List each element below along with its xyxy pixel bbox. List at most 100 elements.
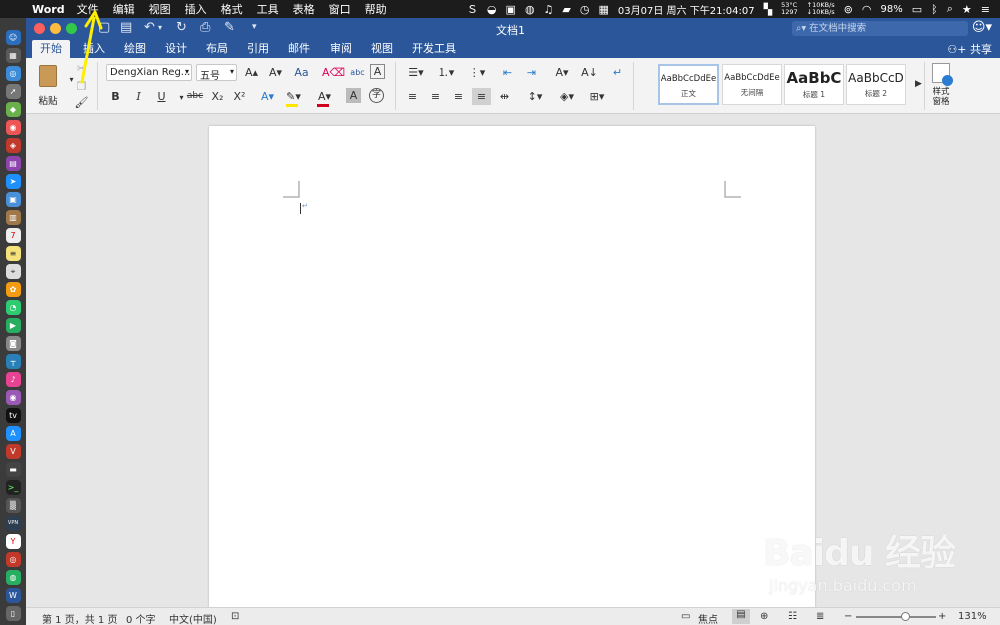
show-marks-icon[interactable]: ↵ (608, 64, 627, 81)
keynote-icon[interactable]: ┬ (5, 354, 21, 369)
zoom-out-icon[interactable]: − (844, 611, 852, 622)
menu-table[interactable]: 表格 (293, 1, 315, 17)
character-border-icon[interactable]: A (370, 64, 385, 79)
style-heading-1[interactable]: AaBbC 标题 1 (784, 64, 844, 105)
tab-mailings[interactable]: 邮件 (280, 40, 318, 58)
italic-icon[interactable]: I (129, 88, 148, 105)
decrease-indent-icon[interactable]: ⇤ (498, 64, 517, 81)
music-icon[interactable]: ♫ (544, 3, 554, 16)
chat-icon[interactable]: ▰ (562, 3, 570, 16)
calendar-icon[interactable]: ▦ (599, 3, 609, 16)
format-painter-icon[interactable]: 🖌 (72, 94, 91, 111)
calendar-app-icon[interactable]: 7 (5, 228, 21, 243)
document-page[interactable]: ↵ (209, 126, 815, 607)
align-right-icon[interactable]: ≡ (449, 88, 468, 105)
zoom-slider[interactable] (856, 612, 936, 621)
bullets-icon[interactable]: ☰▾ (403, 64, 429, 81)
character-shading-icon[interactable]: A (346, 88, 361, 103)
search-field[interactable]: ⌕▾ 在文档中搜索 (792, 21, 968, 36)
enclose-characters-icon[interactable]: 字 (369, 88, 384, 103)
menu-app-name[interactable]: Word (32, 3, 65, 16)
menu-window[interactable]: 窗口 (329, 1, 351, 17)
menu-help[interactable]: 帮助 (365, 1, 387, 17)
grid-icon[interactable]: ▚ (764, 3, 772, 16)
tab-developer[interactable]: 开发工具 (404, 40, 464, 58)
highlight-icon[interactable]: ✎▾ (284, 88, 303, 105)
finder-icon[interactable]: ☺ (5, 30, 21, 45)
qq-icon[interactable]: ◒ (487, 3, 497, 16)
app-store-icon[interactable]: A (5, 426, 21, 441)
tab-home[interactable]: 开始 (32, 40, 70, 58)
language-indicator[interactable]: 中文(中国) (169, 611, 217, 625)
shading-icon[interactable]: ◈▾ (554, 88, 580, 105)
app-dark-icon[interactable]: ▬ (5, 462, 21, 477)
sort-icon[interactable]: A↓ (580, 64, 599, 81)
activity-icon[interactable]: ▒ (5, 498, 21, 513)
yandex-icon[interactable]: Y (5, 534, 21, 549)
apple-tv-icon[interactable]: tv (5, 408, 21, 423)
word-count[interactable]: 0 个字 (126, 611, 156, 625)
messages-icon[interactable]: ◔ (5, 300, 21, 315)
styles-more-icon[interactable]: ▶ (909, 76, 928, 93)
share-button[interactable]: ⚇+ 共享 (947, 41, 992, 57)
notebook-icon[interactable]: ▥ (5, 210, 21, 225)
terminal-icon[interactable]: >_ (5, 480, 21, 495)
style-heading-2[interactable]: AaBbCcD 标题 2 (846, 64, 906, 105)
focus-label[interactable]: 焦点 (698, 611, 718, 625)
trash-icon[interactable]: ▯ (5, 606, 21, 621)
facetime-icon[interactable]: ▶ (5, 318, 21, 333)
menu-format[interactable]: 格式 (221, 1, 243, 17)
borders-icon[interactable]: ⊞▾ (584, 88, 610, 105)
chrome-icon[interactable]: ◉ (5, 120, 21, 135)
focus-icon[interactable]: ▭ (681, 611, 690, 622)
spotlight-icon[interactable]: ⌕ (947, 2, 953, 16)
vpn-icon[interactable]: VPN (5, 516, 21, 531)
temp-readout[interactable]: 53°C 1297 (781, 2, 798, 16)
customize-toolbar-icon[interactable]: ▾ (252, 22, 257, 32)
tab-view[interactable]: 视图 (363, 40, 401, 58)
zoom-percent[interactable]: 131% (958, 611, 987, 622)
rocket-icon[interactable]: ➚ (5, 84, 21, 99)
tab-draw[interactable]: 绘图 (116, 40, 154, 58)
redo-icon[interactable]: ↻ (176, 20, 187, 35)
align-center-icon[interactable]: ≡ (426, 88, 445, 105)
underline-icon[interactable]: U (152, 88, 171, 105)
distributed-icon[interactable]: ⇹ (495, 88, 514, 105)
clear-formatting-icon[interactable]: A⌫ (322, 64, 345, 81)
line-spacing-icon[interactable]: ↕▾ (522, 88, 548, 105)
preview-icon[interactable]: ▣ (5, 192, 21, 207)
grow-font-icon[interactable]: A▴ (242, 64, 261, 81)
align-left-icon[interactable]: ≡ (403, 88, 422, 105)
app-blue-icon[interactable]: ➤ (5, 174, 21, 189)
s-app-icon[interactable]: Ｓ (467, 1, 478, 17)
zoom-slider-thumb[interactable] (901, 612, 911, 621)
link-icon[interactable]: ⊚ (844, 3, 853, 16)
bluetooth-icon[interactable]: ᛒ (931, 3, 938, 16)
undo-dropdown-icon[interactable]: ▾ (158, 23, 162, 32)
word-dock-icon[interactable]: W (5, 588, 21, 603)
bold-icon[interactable]: B (106, 88, 125, 105)
launchpad-icon[interactable]: ▦ (5, 48, 21, 63)
notification-icon[interactable]: ≡ (981, 3, 990, 16)
tab-review[interactable]: 审阅 (322, 40, 360, 58)
globe-icon[interactable]: ◍ (525, 3, 535, 16)
font-size-dropdown[interactable]: 五号 ▾ (196, 64, 237, 82)
numbering-icon[interactable]: ⒈▾ (433, 64, 459, 81)
minimize-button[interactable] (50, 23, 61, 34)
zoom-in-icon[interactable]: + (938, 611, 946, 622)
strikethrough-icon[interactable]: abc (184, 88, 206, 105)
wifi-icon[interactable]: ◠ (862, 3, 872, 16)
draft-icon[interactable]: ≣ (816, 611, 824, 622)
page-count[interactable]: 第 1 页，共 1 页 (42, 611, 117, 625)
web-layout-icon[interactable]: ⊕ (760, 611, 768, 622)
print-icon[interactable]: ⎙ (200, 20, 210, 35)
justify-icon[interactable]: ≡ (472, 88, 491, 105)
notes-icon[interactable]: ≡ (5, 246, 21, 261)
menu-view[interactable]: 视图 (149, 1, 171, 17)
superscript-icon[interactable]: X² (230, 88, 249, 105)
styles-pane-button[interactable]: 样式 窗格 (928, 62, 954, 110)
proofing-icon[interactable]: ⊡ (231, 611, 239, 622)
save-icon[interactable]: ▤ (120, 20, 132, 35)
menu-insert[interactable]: 插入 (185, 1, 207, 17)
tab-references[interactable]: 引用 (239, 40, 277, 58)
